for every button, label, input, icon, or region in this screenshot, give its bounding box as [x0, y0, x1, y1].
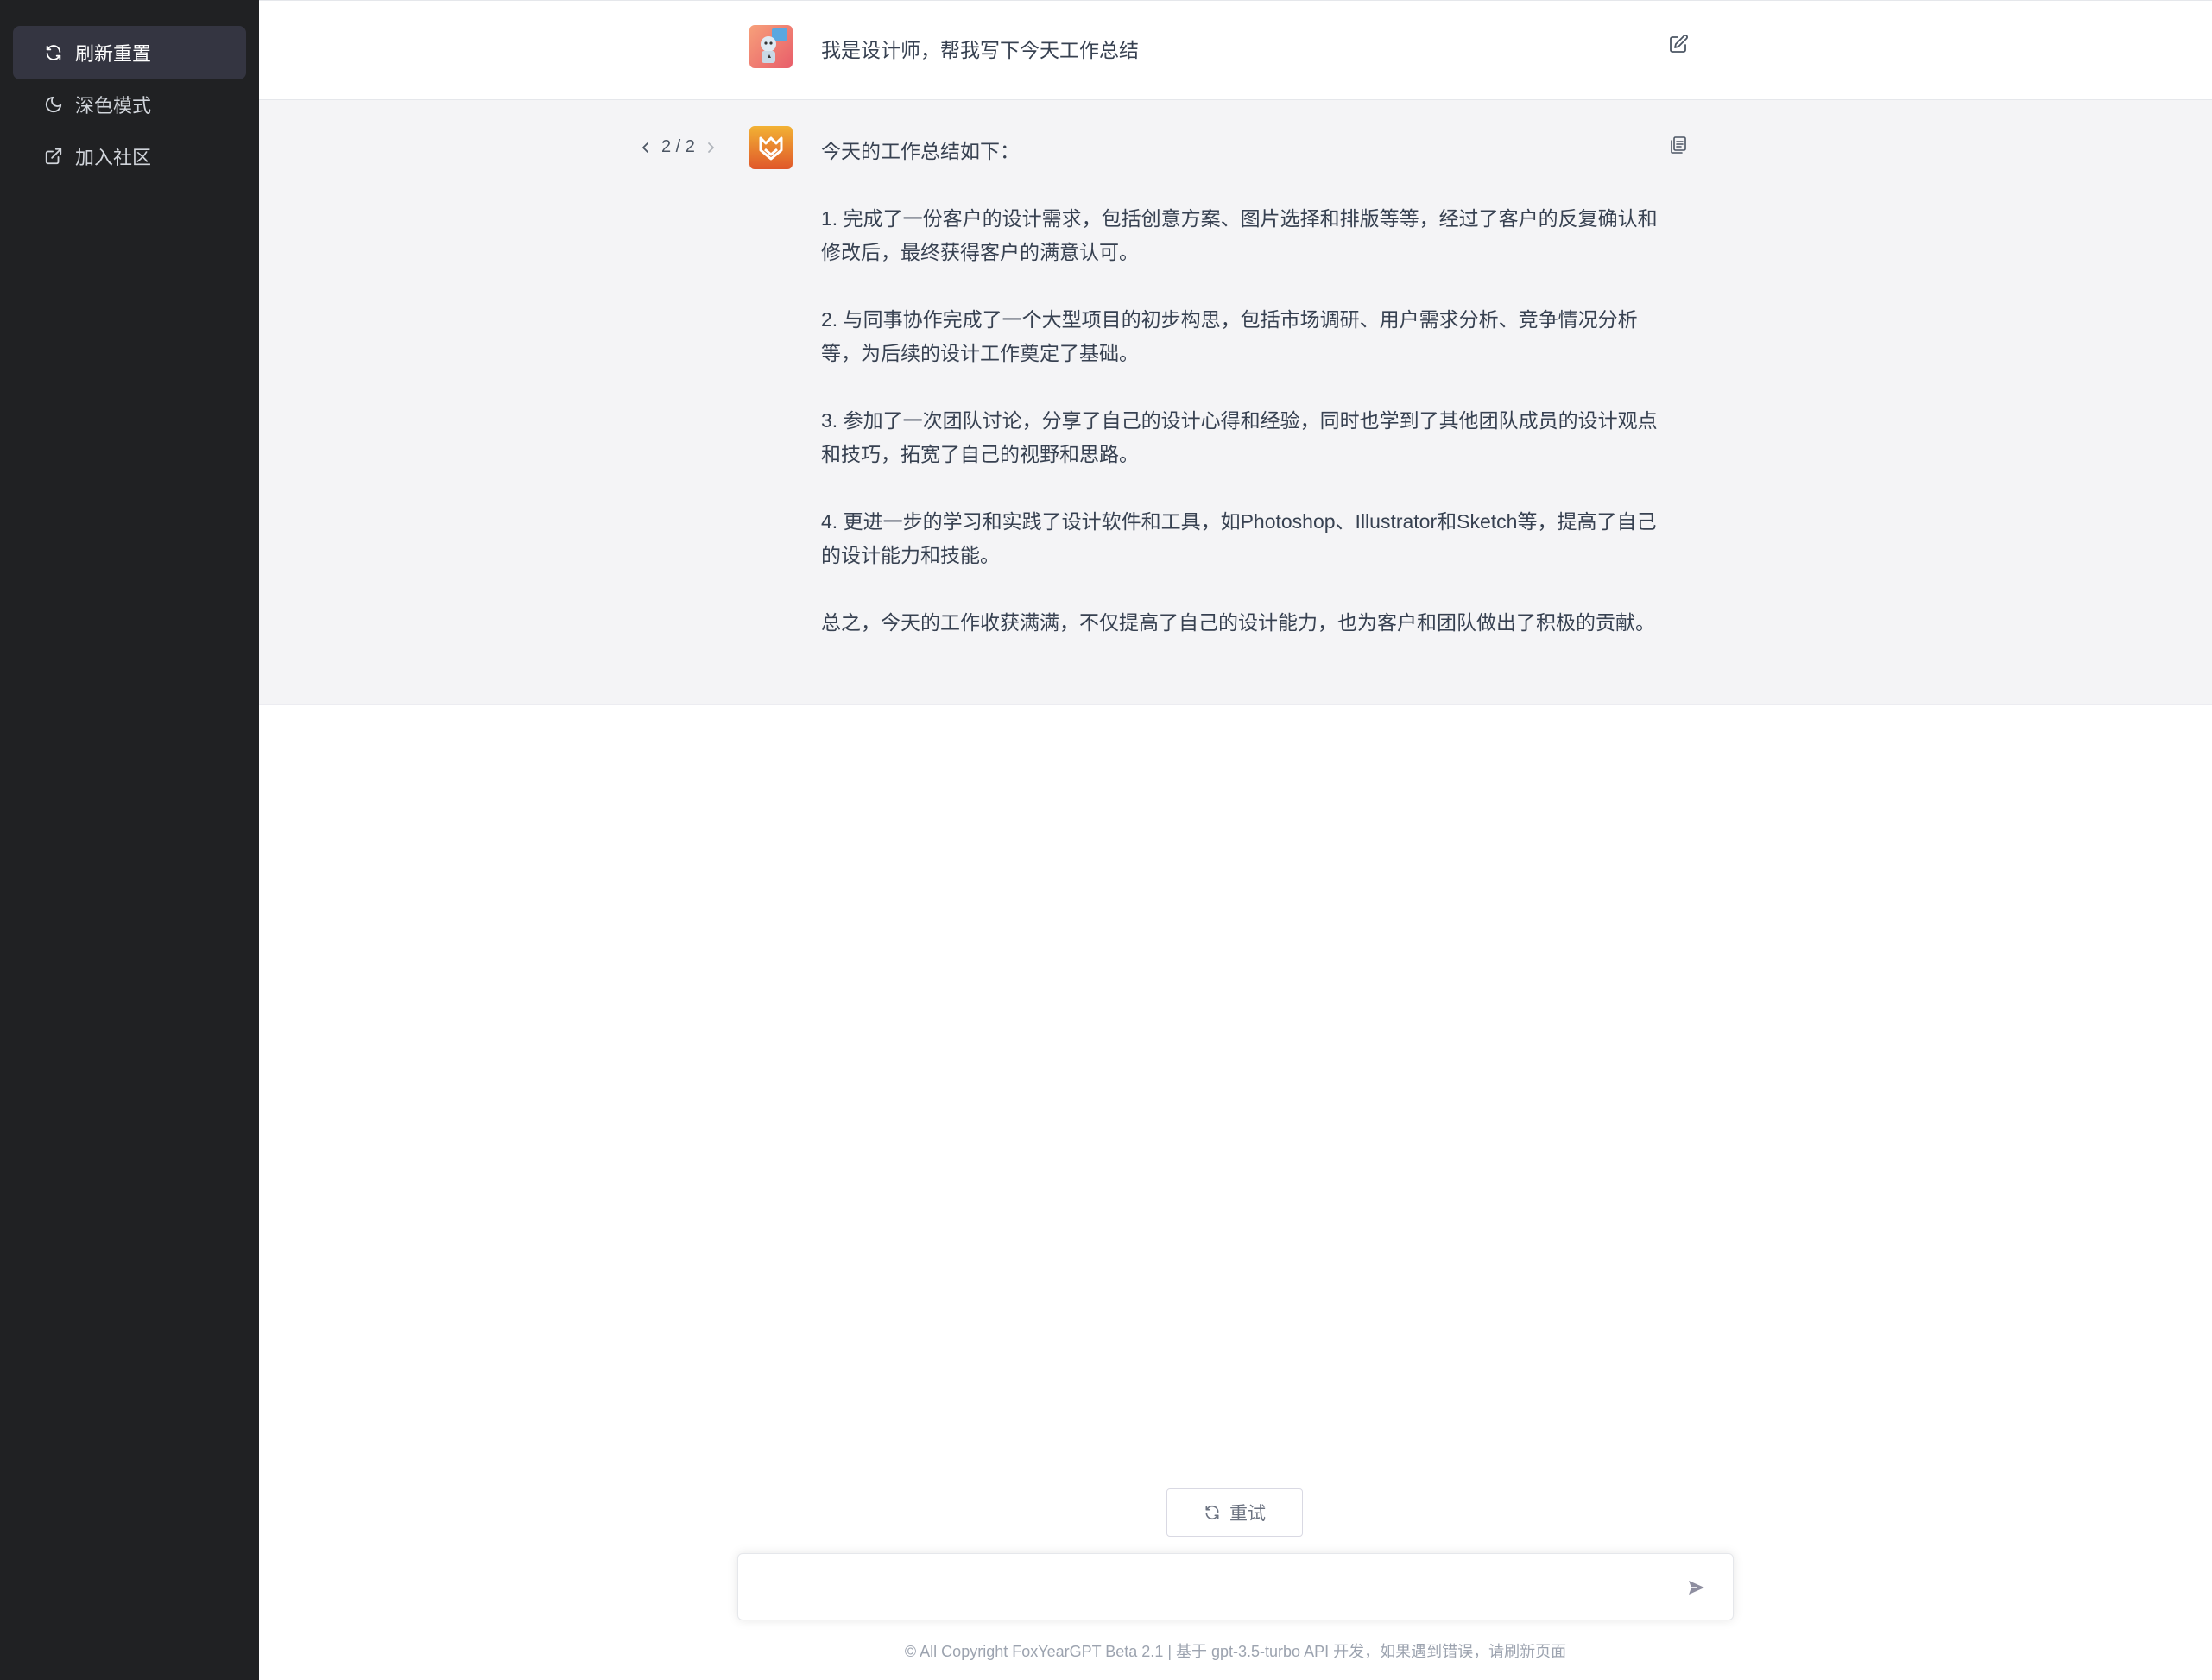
assistant-message: 2 / 2 今天的工作总结如下： 1. 完成了一份客户的设计需求，包括创意方案、… [259, 100, 2212, 705]
assistant-paragraph: 4. 更进一步的学习和实践了设计软件和工具，如Photoshop、Illustr… [821, 510, 1657, 566]
user-message: 我是设计师，帮我写下今天工作总结 [259, 1, 2212, 100]
send-icon[interactable] [1686, 1577, 1707, 1598]
assistant-paragraph: 3. 参加了一次团队讨论，分享了自己的设计心得和经验，同时也学到了其他团队成员的… [821, 409, 1658, 465]
chat-main: 我是设计师，帮我写下今天工作总结 2 / 2 今天的工作总结如下： 1. 完成了… [259, 0, 2212, 1680]
refresh-icon [1205, 1505, 1219, 1520]
message-composer [737, 1553, 1734, 1620]
external-link-icon [44, 147, 63, 166]
assistant-paragraph: 今天的工作总结如下： [821, 140, 1020, 162]
response-pager: 2 / 2 [639, 137, 717, 157]
sidebar-item-join-community[interactable]: 加入社区 [13, 129, 246, 183]
sidebar-nav: 刷新重置 深色模式 加入社区 [0, 0, 259, 183]
sidebar-item-label: 加入社区 [75, 147, 152, 168]
chevron-left-icon[interactable] [639, 140, 653, 155]
app-root: 刷新重置 深色模式 加入社区 我是设计师，帮我写下今天工作总结 2 / 2 今天… [0, 0, 2212, 1680]
chevron-right-icon[interactable] [704, 140, 717, 155]
assistant-paragraph: 总之，今天的工作收获满满，不仅提高了自己的设计能力，也为客户和团队做出了积极的贡… [821, 611, 1655, 634]
pager-count: 2 / 2 [661, 137, 695, 156]
assistant-message-text: 今天的工作总结如下： 1. 完成了一份客户的设计需求，包括创意方案、图片选择和排… [821, 135, 1659, 673]
sidebar-item-refresh-reset[interactable]: 刷新重置 [13, 26, 246, 79]
message-input[interactable] [759, 1569, 1669, 1606]
sidebar: 刷新重置 深色模式 加入社区 [0, 0, 259, 1680]
sidebar-item-label: 深色模式 [75, 95, 152, 117]
retry-label: 重试 [1229, 1504, 1266, 1524]
assistant-paragraph: 1. 完成了一份客户的设计需求，包括创意方案、图片选择和排版等等，经过了客户的反… [821, 207, 1658, 263]
copyright-footer: © All Copyright FoxYearGPT Beta 2.1 | 基于… [904, 1643, 1567, 1660]
copy-icon[interactable] [1668, 135, 1689, 155]
user-message-text: 我是设计师，帮我写下今天工作总结 [821, 39, 1139, 61]
refresh-icon [44, 43, 63, 62]
edit-icon[interactable] [1668, 34, 1689, 54]
moon-icon [44, 95, 63, 114]
retry-button[interactable]: 重试 [1166, 1488, 1303, 1537]
sidebar-item-label: 刷新重置 [75, 43, 152, 65]
assistant-avatar [749, 126, 793, 169]
user-avatar [749, 25, 793, 68]
sidebar-item-dark-mode[interactable]: 深色模式 [13, 78, 246, 131]
assistant-paragraph: 2. 与同事协作完成了一个大型项目的初步构思，包括市场调研、用户需求分析、竞争情… [821, 308, 1638, 364]
